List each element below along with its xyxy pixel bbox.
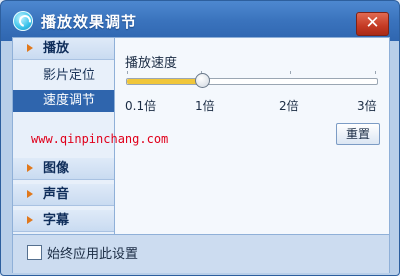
sidebar-section-audio[interactable]: 声音 bbox=[13, 184, 114, 206]
title-bar: 播放效果调节 ✕ bbox=[1, 1, 399, 41]
speed-slider-thumb[interactable] bbox=[195, 73, 210, 88]
expand-arrow-icon bbox=[27, 190, 33, 198]
slider-tick bbox=[290, 71, 291, 74]
sidebar-section-label: 播放 bbox=[43, 41, 70, 56]
speed-slider-fill bbox=[127, 79, 202, 84]
footer: 始终应用此设置 bbox=[13, 234, 389, 273]
sidebar-item-label: 速度调节 bbox=[43, 93, 96, 108]
playback-effects-window: 播放效果调节 ✕ 播放 影片定位 速度调节 图像 声音 字幕 播放速度 0.1倍… bbox=[0, 0, 400, 276]
sidebar-section-subtitle[interactable]: 字幕 bbox=[13, 210, 114, 232]
sidebar-section-label: 字幕 bbox=[43, 213, 70, 228]
always-apply-checkbox[interactable] bbox=[27, 245, 42, 260]
speed-label: 播放速度 bbox=[125, 56, 178, 71]
tick-label-min: 0.1倍 bbox=[125, 99, 157, 113]
expand-arrow-icon bbox=[27, 216, 33, 224]
dialog-body: 播放 影片定位 速度调节 图像 声音 字幕 播放速度 0.1倍 1倍 2倍 3倍… bbox=[12, 37, 390, 273]
tick-label-1x: 1倍 bbox=[195, 99, 215, 113]
sidebar-item-seek[interactable]: 影片定位 bbox=[13, 65, 114, 87]
tick-label-3x: 3倍 bbox=[357, 99, 377, 113]
sidebar-section-label: 声音 bbox=[43, 187, 70, 202]
always-apply-label[interactable]: 始终应用此设置 bbox=[47, 243, 138, 262]
slider-tick bbox=[375, 71, 376, 74]
sidebar-item-label: 影片定位 bbox=[43, 68, 96, 83]
sidebar-item-speed[interactable]: 速度调节 bbox=[13, 90, 114, 112]
slider-tick bbox=[127, 71, 128, 74]
close-button[interactable]: ✕ bbox=[356, 12, 389, 36]
reset-button[interactable]: 重置 bbox=[336, 123, 380, 145]
sidebar-section-playback[interactable]: 播放 bbox=[13, 38, 114, 60]
sidebar-section-label: 图像 bbox=[43, 161, 70, 176]
app-logo-icon bbox=[13, 11, 33, 31]
watermark-text: www.qinpinchang.com bbox=[31, 132, 169, 146]
sidebar-section-image[interactable]: 图像 bbox=[13, 158, 114, 180]
tick-label-2x: 2倍 bbox=[279, 99, 299, 113]
expand-arrow-icon bbox=[27, 164, 33, 172]
expand-arrow-icon bbox=[27, 44, 33, 52]
speed-slider-track[interactable] bbox=[126, 78, 378, 85]
window-title: 播放效果调节 bbox=[41, 13, 138, 31]
